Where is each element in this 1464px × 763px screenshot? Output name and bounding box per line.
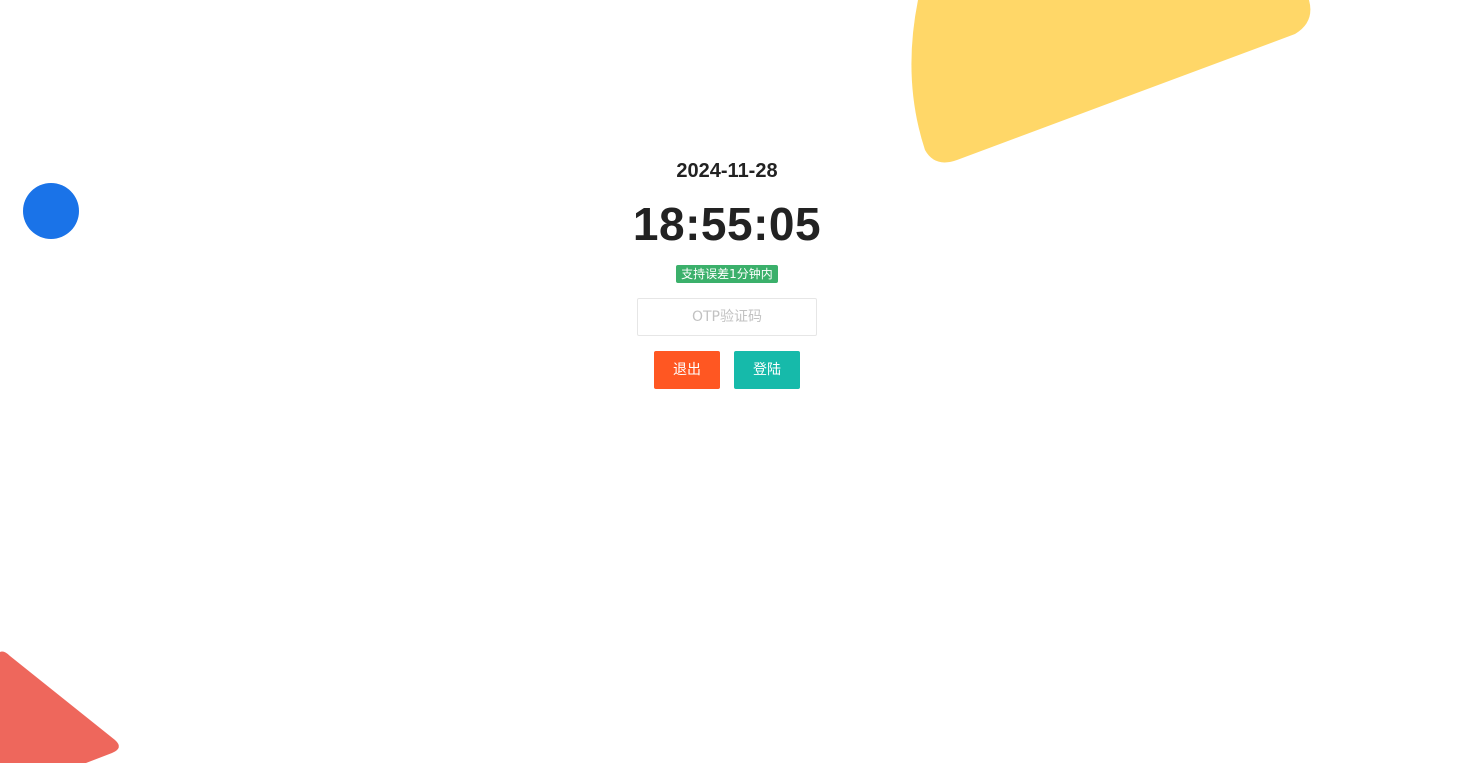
login-button[interactable]: 登陆	[734, 351, 800, 389]
otp-input[interactable]	[637, 298, 817, 336]
current-date: 2024-11-28	[676, 160, 778, 182]
login-panel: 2024-11-28 18:55:05 支持误差1分钟内 退出 登陆	[0, 0, 1464, 763]
logout-button[interactable]: 退出	[654, 351, 720, 389]
page: 2024-11-28 18:55:05 支持误差1分钟内 退出 登陆	[0, 0, 1464, 763]
current-time: 18:55:05	[632, 198, 822, 250]
tolerance-badge: 支持误差1分钟内	[676, 265, 778, 283]
